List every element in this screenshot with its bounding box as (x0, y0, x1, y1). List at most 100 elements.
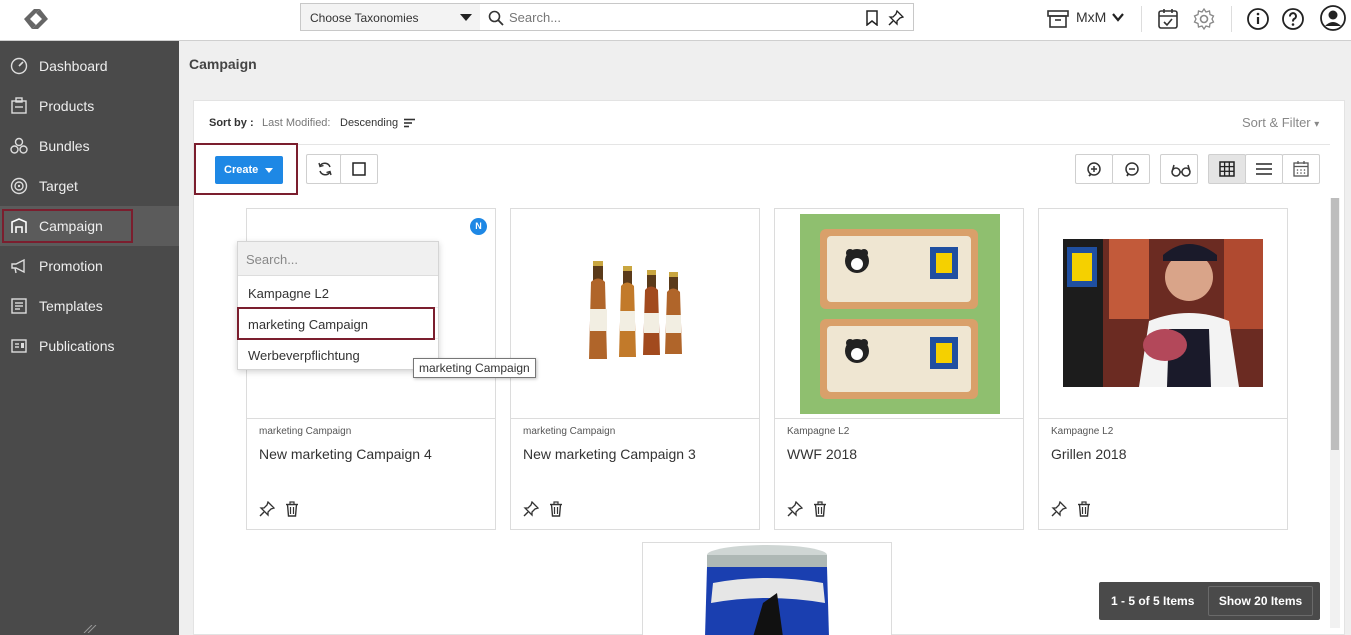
list-view-button[interactable] (1245, 154, 1283, 184)
sidebar-item-label: Publications (39, 338, 115, 354)
divider (1141, 6, 1142, 32)
sidebar-item-bundles[interactable]: Bundles (0, 126, 179, 166)
pin-icon[interactable] (523, 501, 539, 517)
bookmark-icon[interactable] (864, 10, 880, 26)
global-search (480, 3, 914, 31)
megaphone-icon (11, 258, 25, 274)
trash-icon[interactable] (812, 501, 828, 517)
can-product-image (705, 545, 829, 635)
bundles-icon (10, 137, 28, 154)
sidebar-item-label: Templates (39, 298, 103, 314)
sort-filter-label: Sort & Filter (1242, 115, 1311, 130)
campaign-card[interactable]: Kampagne L2 Grillen 2018 (1038, 208, 1288, 530)
dropdown-search (238, 242, 438, 276)
card-title[interactable]: New marketing Campaign 3 (523, 446, 696, 462)
scroll-thumb[interactable] (1331, 198, 1339, 450)
butcher-photo-image (1063, 239, 1263, 387)
refresh-icon (318, 162, 332, 176)
sort-filter-toggle[interactable]: Sort & Filter ▾ (1242, 115, 1319, 130)
campaign-card[interactable]: marketing Campaign New marketing Campaig… (510, 208, 760, 530)
list-icon (1256, 163, 1272, 175)
sidebar-item-label: Dashboard (39, 58, 108, 74)
zoom-in-button[interactable] (1075, 154, 1113, 184)
highlight-box (237, 307, 435, 340)
pagination-bar: 1 - 5 of 5 Items Show 20 Items (1099, 582, 1320, 620)
highlight-box (2, 209, 133, 243)
pin-icon[interactable] (259, 501, 275, 517)
sidebar-item-label: Products (39, 98, 95, 114)
pin-icon[interactable] (888, 10, 904, 26)
resize-handle-icon[interactable] (80, 625, 98, 633)
taxonomy-select-label: Choose Taxonomies (310, 11, 419, 25)
gauge-icon (10, 57, 28, 75)
menu-item-kampagne-l2[interactable]: Kampagne L2 (238, 277, 438, 308)
sort-descending-icon[interactable] (404, 118, 415, 128)
show-items-button[interactable]: Show 20 Items (1208, 586, 1313, 616)
sort-by-label: Sort by : (209, 117, 254, 129)
sort-bar: Sort by : Last Modified: Descending Sort… (194, 101, 1330, 145)
page-title: Campaign (189, 56, 257, 72)
create-dropdown-menu: Kampagne L2 marketing Campaign Werbeverp… (237, 241, 439, 370)
pagination-info: 1 - 5 of 5 Items (1111, 594, 1195, 608)
card-title[interactable]: WWF 2018 (787, 446, 857, 462)
pin-icon[interactable] (787, 501, 803, 517)
sidebar-item-products[interactable]: Products (0, 86, 179, 126)
top-bar: Choose Taxonomies MxM (0, 0, 1351, 41)
user-avatar-icon[interactable] (1320, 5, 1346, 31)
global-search-input[interactable] (509, 8, 839, 27)
main-area: Campaign Sort by : Last Modified: Descen… (179, 41, 1351, 635)
publications-icon (11, 339, 27, 353)
card-title[interactable]: New marketing Campaign 4 (259, 446, 432, 462)
sidebar-item-dashboard[interactable]: Dashboard (0, 46, 179, 86)
card-type: Kampagne L2 (787, 426, 850, 437)
sort-field[interactable]: Last Modified: (262, 117, 330, 129)
wwf-patches-image (800, 214, 1000, 414)
menu-item-werbeverpflichtung[interactable]: Werbeverpflichtung (238, 339, 438, 370)
search-icon (488, 10, 504, 26)
card-thumbnail (643, 543, 891, 635)
grid-view-button[interactable] (1208, 154, 1246, 184)
gear-icon[interactable] (1192, 7, 1216, 31)
scrollbar[interactable] (1330, 198, 1340, 628)
trash-icon[interactable] (1076, 501, 1092, 517)
info-icon[interactable] (1246, 7, 1270, 31)
sidebar-item-target[interactable]: Target (0, 166, 179, 206)
sidebar-item-promotion[interactable]: Promotion (0, 246, 179, 286)
sidebar-item-templates[interactable]: Templates (0, 286, 179, 326)
chevron-down-icon[interactable] (1110, 9, 1126, 25)
card-type: Kampagne L2 (1051, 426, 1114, 437)
refresh-button[interactable] (306, 154, 342, 184)
caret-down-icon (460, 14, 472, 21)
help-icon[interactable] (1281, 7, 1305, 31)
beer-bottles-image (589, 261, 682, 359)
calendar-icon[interactable] (1156, 7, 1180, 31)
calendar-view-button[interactable] (1282, 154, 1320, 184)
card-thumbnail (775, 209, 1023, 419)
taxonomy-select[interactable]: Choose Taxonomies (300, 3, 481, 31)
target-icon (10, 177, 28, 195)
sort-direction[interactable]: Descending (340, 117, 398, 129)
campaign-card[interactable]: Kampagne L2 WWF 2018 (774, 208, 1024, 530)
card-type: marketing Campaign (259, 426, 352, 437)
zoom-in-icon (1087, 162, 1101, 177)
sidebar-item-publications[interactable]: Publications (0, 326, 179, 366)
dropdown-search-input[interactable] (246, 250, 431, 269)
preview-button[interactable] (1160, 154, 1198, 184)
trash-icon[interactable] (548, 501, 564, 517)
storage-icon[interactable] (1046, 7, 1070, 31)
sidebar-item-label: Promotion (39, 258, 103, 274)
workspace-selector[interactable]: MxM (1076, 9, 1106, 25)
card-thumbnail (1039, 209, 1287, 419)
calendar-icon (1293, 161, 1309, 177)
card-title[interactable]: Grillen 2018 (1051, 446, 1127, 462)
zoom-out-button[interactable] (1112, 154, 1150, 184)
trash-icon[interactable] (284, 501, 300, 517)
caret-down-icon: ▾ (1314, 119, 1320, 130)
app-logo-icon[interactable] (18, 5, 54, 33)
campaign-card[interactable] (642, 542, 892, 635)
zoom-out-icon (1125, 162, 1139, 177)
highlight-box (194, 143, 298, 195)
select-all-checkbox[interactable] (340, 154, 378, 184)
glasses-icon (1171, 164, 1191, 177)
pin-icon[interactable] (1051, 501, 1067, 517)
